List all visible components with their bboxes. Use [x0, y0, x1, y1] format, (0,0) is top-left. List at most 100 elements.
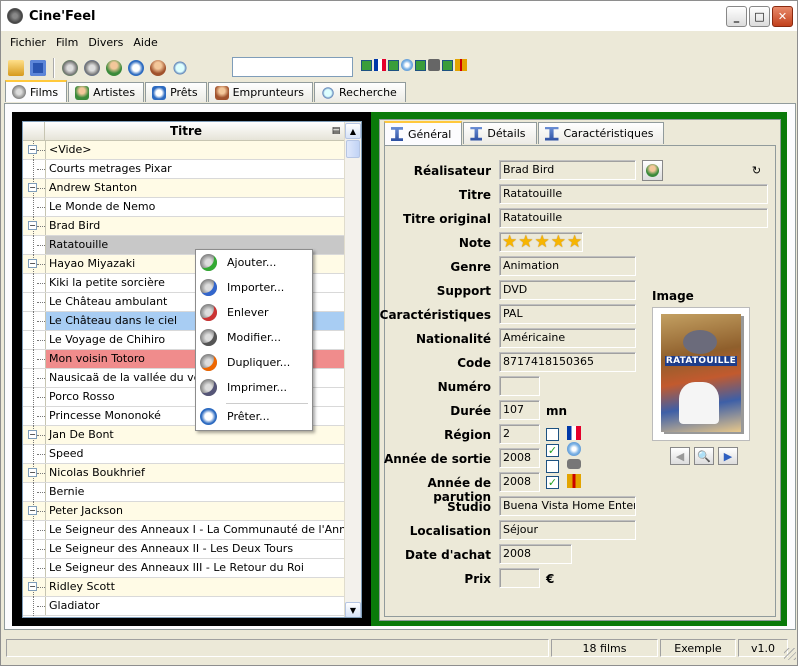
tree-line	[37, 207, 45, 208]
table-row[interactable]: Le Seigneur des Anneaux I - La Communaut…	[23, 521, 361, 540]
tree-group-row[interactable]: − Andrew Stanton	[23, 179, 345, 198]
field-titre[interactable]: Ratatouille	[499, 184, 768, 204]
field-annee-sortie[interactable]: 2008	[499, 448, 540, 468]
star-icon[interactable]: ★	[551, 234, 566, 251]
menu-fichier[interactable]: Fichier	[5, 34, 51, 51]
poster-frame[interactable]: RATATOUILLE	[652, 307, 750, 441]
column-chooser-icon[interactable]: ▤	[327, 126, 345, 136]
field-nationalite[interactable]: Américaine	[499, 328, 636, 348]
tree-group-row[interactable]: − <Vide>	[23, 141, 345, 160]
filter-checkbox[interactable]	[361, 59, 372, 71]
checkbox-disc[interactable]: ✓	[546, 444, 559, 457]
add-borrower-button[interactable]	[147, 57, 169, 79]
tree-group-row[interactable]: − Nicolas Boukhrief	[23, 464, 345, 483]
zoom-image-button[interactable]: 🔍	[694, 447, 714, 465]
filter-checkbox[interactable]	[388, 59, 399, 71]
field-code[interactable]: 8717418150365	[499, 352, 636, 372]
row-label: Kiki la petite sorcière	[49, 276, 165, 289]
tab-prets[interactable]: Prêts	[145, 82, 207, 102]
field-prix[interactable]	[499, 568, 540, 588]
loan-arrow-icon	[200, 408, 217, 425]
field-region[interactable]: 2	[499, 424, 540, 444]
refresh-icon[interactable]: ↻	[746, 160, 767, 181]
star-icon[interactable]: ★	[535, 234, 550, 251]
tab-caracteristiques[interactable]: Caractéristiques	[537, 122, 665, 144]
scroll-down-icon[interactable]: ▼	[345, 602, 361, 617]
tree-group-row[interactable]: − Peter Jackson	[23, 502, 345, 521]
collapse-icon[interactable]: −	[28, 468, 37, 477]
filter-checkbox[interactable]	[415, 59, 426, 71]
maximize-button[interactable]: □	[749, 6, 770, 27]
menu-film[interactable]: Film	[51, 34, 83, 51]
collapse-icon[interactable]: −	[28, 582, 37, 591]
menu-item-edit[interactable]: Modifier...	[196, 325, 312, 350]
table-row[interactable]: Bernie	[23, 483, 345, 502]
field-numero[interactable]	[499, 376, 540, 396]
scroll-up-icon[interactable]: ▲	[345, 123, 361, 139]
table-row[interactable]: Le Seigneur des Anneaux III - Le Retour …	[23, 559, 345, 578]
checkbox-gift[interactable]: ✓	[546, 476, 559, 489]
field-support[interactable]: DVD	[499, 280, 636, 300]
tab-films[interactable]: Films	[5, 80, 68, 102]
field-studio[interactable]: Buena Vista Home Entertai	[499, 496, 636, 516]
collapse-icon[interactable]: −	[28, 430, 37, 439]
select-director-button[interactable]	[642, 160, 663, 181]
menu-item-lend[interactable]: Prêter...	[196, 404, 312, 429]
scroll-thumb[interactable]	[346, 140, 360, 158]
field-titre-original[interactable]: Ratatouille	[499, 208, 768, 228]
resize-grip[interactable]	[784, 648, 796, 660]
filter-checkbox[interactable]	[442, 59, 453, 71]
add-film-button[interactable]	[59, 57, 81, 79]
column-header-titre[interactable]: Titre	[45, 124, 327, 138]
collapse-icon[interactable]: −	[28, 259, 37, 268]
field-genre[interactable]: Animation	[499, 256, 636, 276]
tab-general[interactable]: Général	[384, 121, 463, 145]
table-row[interactable]: Courts metrages Pixar	[23, 160, 345, 179]
next-image-button[interactable]: ▶	[718, 447, 738, 465]
collapse-icon[interactable]: −	[28, 183, 37, 192]
menu-item-remove[interactable]: Enlever	[196, 300, 312, 325]
field-realisateur[interactable]: Brad Bird	[499, 160, 636, 180]
table-row[interactable]: Le Monde de Nemo	[23, 198, 345, 217]
close-button[interactable]: ✕	[772, 6, 793, 27]
minimize-button[interactable]: _	[726, 6, 747, 27]
table-row[interactable]: Speed	[23, 445, 345, 464]
menu-item-duplicate[interactable]: Dupliquer...	[196, 350, 312, 375]
previous-image-button[interactable]: ◀	[670, 447, 690, 465]
tab-emprunteurs[interactable]: Emprunteurs	[207, 82, 314, 102]
field-annee-parution[interactable]: 2008	[499, 472, 540, 492]
quick-search-input[interactable]	[232, 57, 353, 77]
menu-aide[interactable]: Aide	[128, 34, 162, 51]
menu-divers[interactable]: Divers	[83, 34, 128, 51]
lend-button[interactable]	[125, 57, 147, 79]
tab-details[interactable]: Détails	[463, 122, 537, 144]
star-icon[interactable]: ★	[567, 234, 582, 251]
menu-item-import[interactable]: Importer...	[196, 275, 312, 300]
tab-artistes[interactable]: Artistes	[68, 82, 145, 102]
tree-group-row[interactable]: − Ridley Scott	[23, 578, 345, 597]
open-button[interactable]	[5, 57, 27, 79]
tab-recherche[interactable]: Recherche	[314, 82, 406, 102]
checkbox-camera[interactable]	[546, 460, 559, 473]
field-date-achat[interactable]: 2008	[499, 544, 572, 564]
collapse-icon[interactable]: −	[28, 221, 37, 230]
rating-stars[interactable]: ★ ★ ★ ★ ★	[499, 232, 583, 252]
star-icon[interactable]: ★	[518, 234, 533, 251]
field-localisation[interactable]: Séjour	[499, 520, 636, 540]
menu-item-add[interactable]: Ajouter...	[196, 250, 312, 275]
import-film-button[interactable]	[81, 57, 103, 79]
tree-group-row[interactable]: − Brad Bird	[23, 217, 345, 236]
collapse-icon[interactable]: −	[28, 145, 37, 154]
field-duree[interactable]: 107	[499, 400, 540, 420]
menu-item-print[interactable]: Imprimer...	[196, 375, 312, 400]
add-artist-button[interactable]	[103, 57, 125, 79]
collapse-icon[interactable]: −	[28, 506, 37, 515]
tree-scrollbar[interactable]: ▲ ▼	[344, 122, 361, 617]
save-button[interactable]	[27, 57, 49, 79]
search-button[interactable]	[169, 57, 191, 79]
star-icon[interactable]: ★	[502, 234, 517, 251]
table-row[interactable]: Le Seigneur des Anneaux II - Les Deux To…	[23, 540, 345, 559]
table-row[interactable]: Gladiator	[23, 597, 345, 616]
field-caracteristiques[interactable]: PAL	[499, 304, 636, 324]
checkbox-vo[interactable]	[546, 428, 559, 441]
